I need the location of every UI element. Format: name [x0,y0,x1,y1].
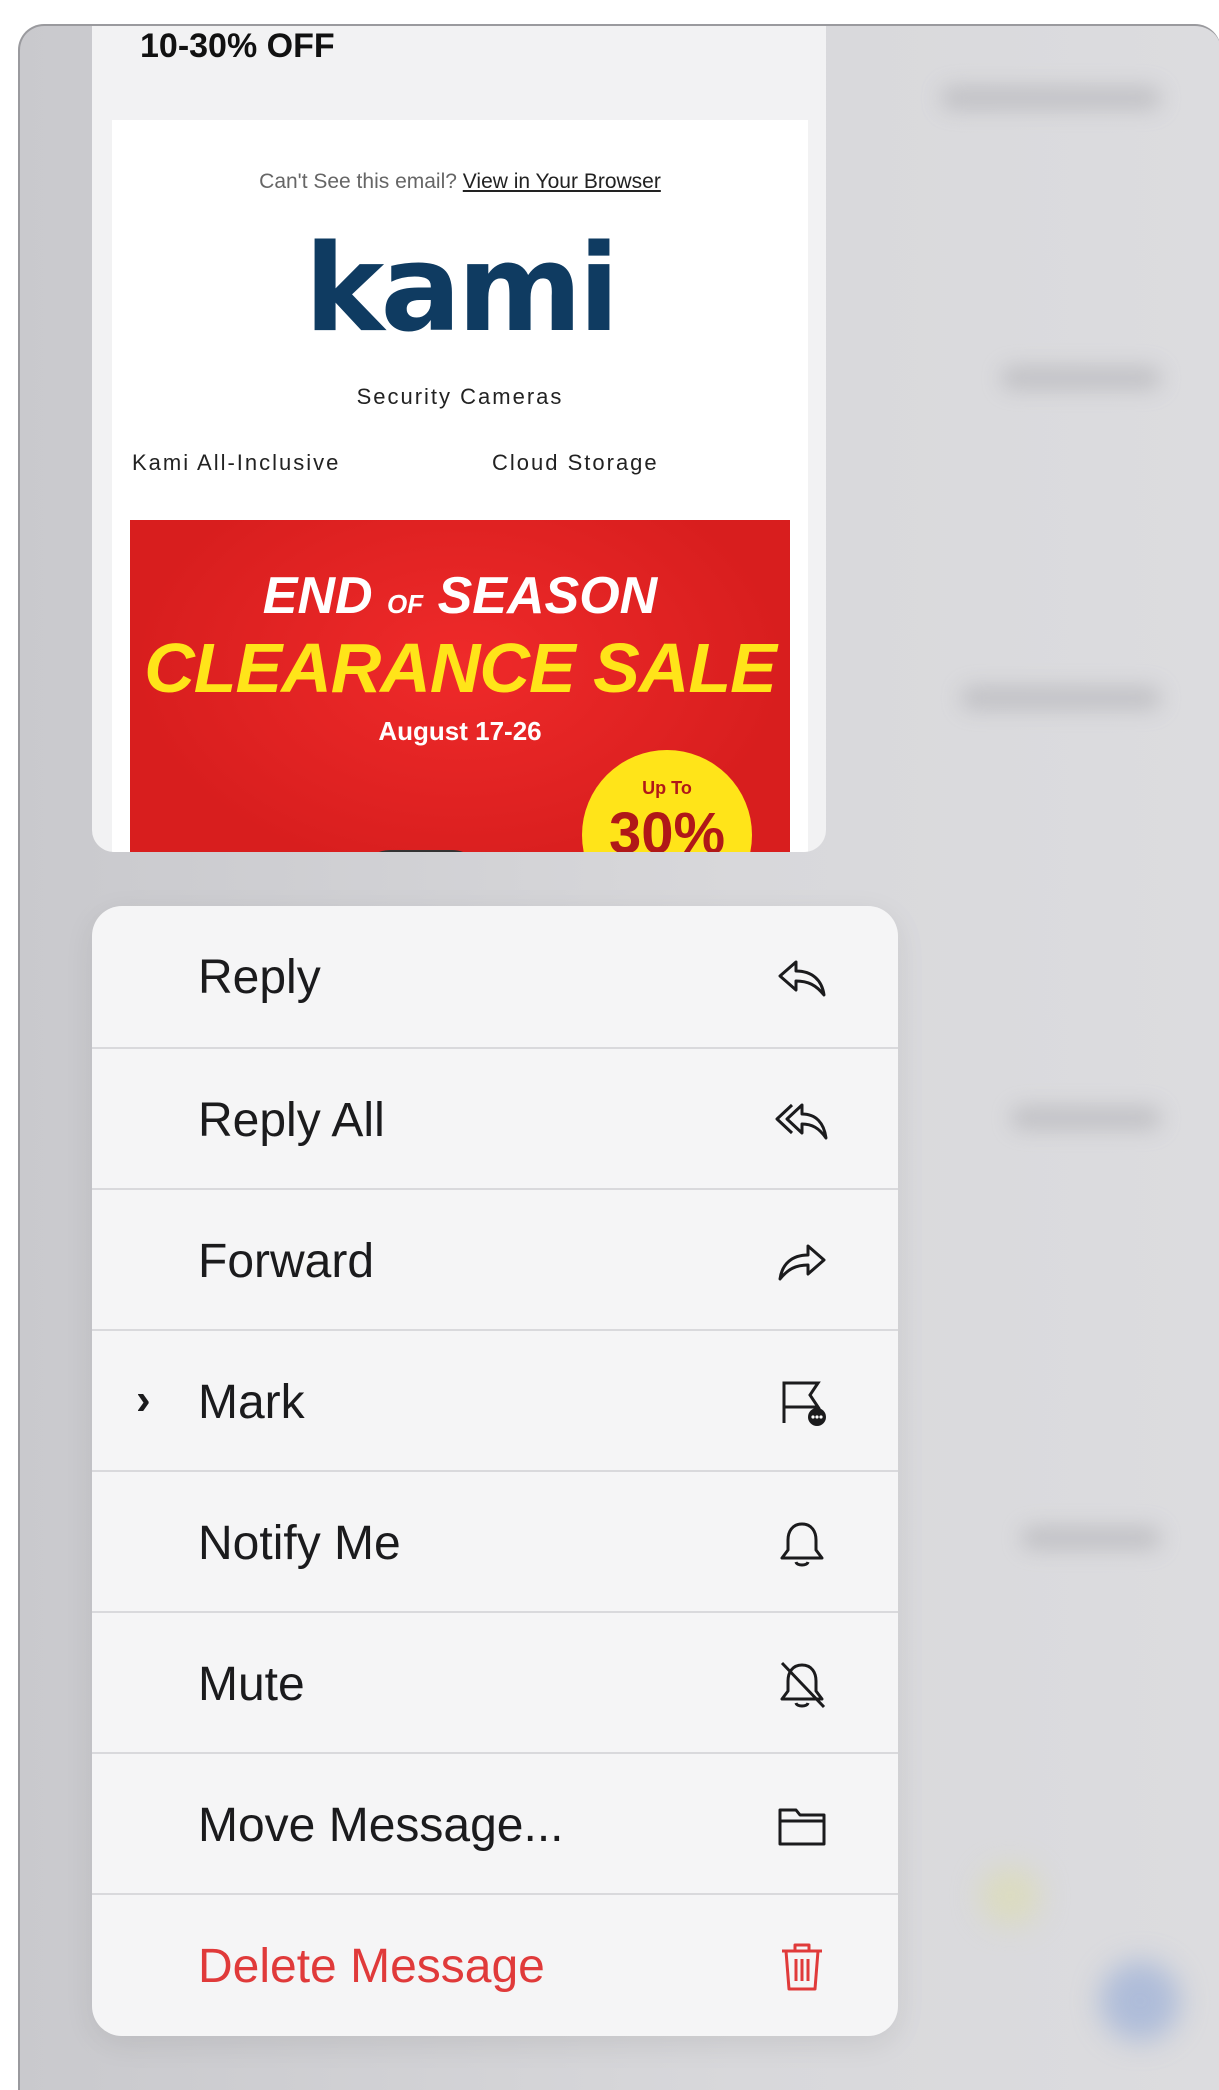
background-row [1021,1526,1161,1550]
message-preview[interactable]: 10-30% OFF Can't See this email? View in… [92,26,826,852]
view-in-browser-link[interactable]: View in Your Browser [463,170,661,193]
nav-link-all-inclusive[interactable]: Kami All-Inclusive [132,450,340,476]
banner-headline: END OF SEASON [130,566,790,626]
banner-of: OF [387,589,424,619]
tagline: Security Cameras [356,384,564,409]
menu-item-delete-message[interactable]: Delete Message [92,1893,898,2034]
banner-sale: CLEARANCE SALE [144,629,777,707]
banner-season: SEASON [437,567,658,625]
badge-value: 30% [608,801,726,852]
background-row [941,86,1161,110]
nav-link-cloud-storage[interactable]: Cloud Storage [492,450,659,476]
folder-icon [778,1808,826,1846]
bell-icon [780,1522,824,1567]
flag-icon [782,1381,826,1426]
forward-icon [778,1244,826,1281]
menu-item-reply[interactable]: Reply [92,906,898,1047]
menu-item-label: Delete Message [198,1940,545,1993]
preview-header: 10-30% OFF [140,27,335,65]
menu-item-mute[interactable]: Mute [92,1611,898,1752]
cant-see-text: Can't See this email? [259,170,457,193]
menu-item-label: Reply All [198,1094,385,1147]
banner-end: END [262,567,373,625]
email-body: Can't See this email? View in Your Brows… [112,120,808,852]
background-blob [1100,1961,1180,2041]
menu-item-move-message[interactable]: Move Message... [92,1752,898,1893]
sale-banner[interactable]: END OF SEASON CLEARANCE SALE August 17-2… [130,520,790,852]
menu-item-label: Forward [198,1235,375,1288]
trash-icon [782,1943,822,1991]
banner-dates: August 17-26 [378,716,542,746]
background-row [1011,1106,1161,1130]
background-row [961,686,1161,710]
context-menu: Reply Reply All Forward › Mark Notify Me… [92,906,898,2036]
reply-all-icon [775,1103,828,1140]
badge-up-to: Up To [642,778,692,798]
cant-see-line: Can't See this email? View in Your Brows… [112,170,808,194]
menu-item-label: Notify Me [198,1517,401,1570]
reply-icon [778,960,826,997]
discount-badge: Up To 30% [582,750,752,852]
menu-item-label: Mute [198,1658,305,1711]
menu-item-reply-all[interactable]: Reply All [92,1047,898,1188]
menu-item-label: Reply [198,951,321,1004]
menu-item-label: Mark [198,1376,305,1429]
kami-logo: kami [304,220,620,359]
menu-item-label: Move Message... [198,1799,564,1852]
background-row [1001,366,1161,390]
app-window: 10-30% OFF Can't See this email? View in… [18,24,1219,2090]
chevron-right-icon: › [136,1375,151,1424]
menu-item-notify-me[interactable]: Notify Me [92,1470,898,1611]
background-blob [980,1866,1040,1926]
bell-slash-icon [780,1661,826,1709]
menu-item-mark[interactable]: › Mark [92,1329,898,1470]
camera-image [360,850,482,852]
menu-item-forward[interactable]: Forward [92,1188,898,1329]
